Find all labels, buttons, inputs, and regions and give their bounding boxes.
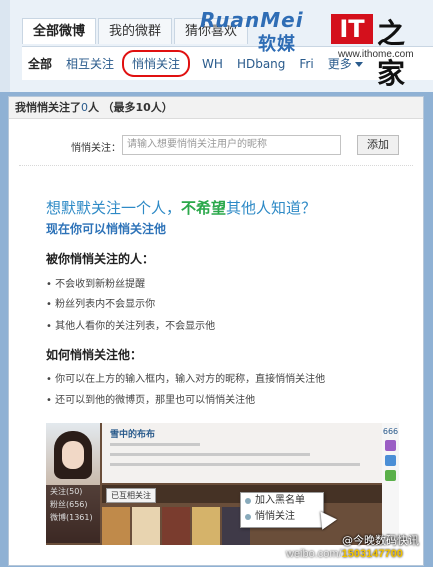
tab-my-groups[interactable]: 我的微群 xyxy=(98,18,173,44)
section-title-how: 如何悄悄关注他： xyxy=(46,348,143,362)
example-screenshot: 关注(50) 粉丝(656) 微博(1361) 雪中的布布 已互相关注 666 xyxy=(46,423,399,545)
secret-follow-panel: 我悄悄关注了0人 （最多10人） 悄悄关注： 请输入想要悄悄关注用户的昵称 添加… xyxy=(8,96,424,566)
app-icon xyxy=(385,470,396,481)
top-header: 全部微博 我的微群 猜你喜欢 全部 相互关注 悄悄关注 WH HDbang Fr… xyxy=(0,0,433,92)
add-row: 悄悄关注： 请输入想要悄悄关注用户的昵称 添加 xyxy=(9,135,423,157)
ruanmei-logo-en: RuanMei xyxy=(200,8,304,32)
watermark-url-b: 1503147700 xyxy=(341,548,403,560)
profile-info: 雪中的布布 xyxy=(102,423,382,483)
tab-all-weibo[interactable]: 全部微博 xyxy=(22,18,97,44)
intro-headline: 想默默关注一个人，不希望其他人知道？ xyxy=(46,197,316,218)
side-item: 关注(50) xyxy=(50,487,83,496)
follow-menu-popup: 加入黑名单 悄悄关注 xyxy=(240,492,324,528)
text-line xyxy=(110,443,200,446)
intro-subhead: 现在你可以悄悄关注他 xyxy=(46,222,167,236)
text-line xyxy=(110,463,360,466)
headline-part-c: 其他人知道？ xyxy=(226,199,317,217)
title-prefix: 我悄悄关注了 xyxy=(15,101,81,114)
ithome-url: www.ithome.com xyxy=(338,49,414,60)
weibo-watermark: @今晚数码快讯 xyxy=(342,534,419,547)
photo-tile xyxy=(192,507,220,545)
tab-mutual-follow[interactable]: 相互关注 xyxy=(66,55,114,72)
ithome-logo-it: IT xyxy=(331,14,373,44)
panel-title: 我悄悄关注了0人 （最多10人） xyxy=(9,97,423,119)
ithome-logo: IT 之家 xyxy=(331,14,411,90)
divider xyxy=(19,165,413,166)
section-title-effects: 被你悄悄关注的人： xyxy=(46,252,155,266)
nickname-input[interactable]: 请输入想要悄悄关注用户的昵称 xyxy=(122,135,341,155)
side-item: 粉丝(656) xyxy=(50,500,88,509)
list-item: • 其他人看你的关注列表，不会显示他 xyxy=(46,321,216,332)
add-label: 悄悄关注： xyxy=(71,143,121,154)
left-edge xyxy=(0,0,10,92)
list-item: • 不会收到新粉丝提醒 xyxy=(46,279,146,290)
watermark-url-a: weibo.com/ xyxy=(286,548,342,560)
menu-item-blacklist: 加入黑名单 xyxy=(241,493,323,509)
photo-tile xyxy=(102,507,130,545)
photo-tile xyxy=(132,507,160,545)
follow-count: 0 xyxy=(81,101,88,114)
tab-secret-follow[interactable]: 悄悄关注 xyxy=(122,50,191,77)
photo-face xyxy=(62,441,84,469)
profile-name: 雪中的布布 xyxy=(110,430,156,440)
tab-all[interactable]: 全部 xyxy=(28,55,52,72)
list-item: • 还可以到他的微博页，那里也可以悄悄关注他 xyxy=(46,395,256,406)
chevron-down-icon xyxy=(354,62,363,67)
follow-limit: （最多10人） xyxy=(102,101,173,114)
side-item: 微博(1361) xyxy=(50,513,93,522)
ruanmei-logo-cn: 软媒 xyxy=(258,34,296,55)
menu-item-secret-follow: 悄悄关注 xyxy=(241,509,323,525)
app-icon xyxy=(385,455,396,466)
fans-count: 666 xyxy=(382,427,399,436)
add-button[interactable]: 添加 xyxy=(357,135,399,155)
mutual-follow-button: 已互相关注 xyxy=(106,488,156,503)
headline-part-a: 想默默关注一个人， xyxy=(46,199,182,217)
photo-tile xyxy=(162,507,190,545)
ruanmei-logo: RuanMei 软媒 xyxy=(200,8,312,60)
profile-side-menu: 关注(50) 粉丝(656) 微博(1361) xyxy=(46,485,100,543)
text-line xyxy=(110,453,310,456)
title-suffix: 人 xyxy=(88,101,99,114)
app-icon xyxy=(385,440,396,451)
weibo-url-watermark: weibo.com/1503147700 xyxy=(286,548,403,560)
list-item: • 你可以在上方的输入框内，输入对方的昵称，直接悄悄关注他 xyxy=(46,374,326,385)
headline-part-b: 不希望 xyxy=(181,199,227,217)
profile-right-column: 666 xyxy=(382,423,399,545)
list-item: • 粉丝列表内不会显示你 xyxy=(46,299,156,310)
